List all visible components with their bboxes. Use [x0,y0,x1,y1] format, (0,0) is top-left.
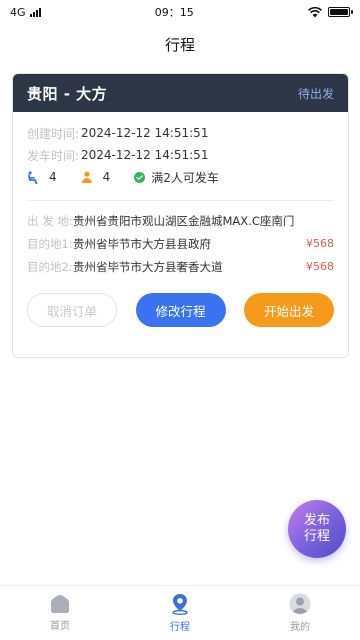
departure-rule: 满2人可发车 [151,170,219,185]
divider [27,200,334,201]
page-title: 行程 [164,35,195,54]
destination-1-row: 目的地1: 贵州省毕节市大方县县政府 ¥568 [27,232,334,255]
destination-1-label: 目的地1: [27,236,73,251]
person-icon [81,171,92,183]
destination-2-label: 目的地2: [27,259,73,274]
depart-time-label: 发车时间: [27,148,80,163]
status-left: 4G [10,6,41,19]
destination-2-address: 贵州省毕节市大方县奢香大道 [73,259,223,274]
trip-status-badge: 待出发 [297,86,334,101]
tab-home-label: 首页 [50,621,70,632]
destination-2-row: 目的地2: 贵州省毕节市大方县奢香大道 ¥568 [27,255,334,278]
created-time-row: 创建时间: 2024-12-12 14:51:51 [27,122,334,144]
publish-trip-label-line1: 发布 [303,513,330,528]
trip-card[interactable]: 贵阳 - 大方 待出发 创建时间: 2024-12-12 14:51:51 发车… [12,73,349,358]
trip-card-header: 贵阳 - 大方 待出发 [13,74,348,112]
bottom-tab-bar: 首页 行程 我的 [0,585,360,640]
passenger-stat: 4 [81,170,111,184]
destination-1-address: 贵州省毕节市大方县县政府 [73,236,211,251]
edit-trip-button[interactable]: 修改行程 [135,293,226,327]
location-pin-icon [172,594,188,615]
clock: 09：15 [154,6,194,19]
wifi-icon [308,6,322,17]
seat-icon [28,170,38,184]
rule-stat: 满2人可发车 [134,169,219,186]
status-bar: 4G 09：15 [0,0,360,24]
origin-row: 出 发 地: 贵州省贵阳市观山湖区金融城MAX.C座南门 [27,209,334,232]
status-right [308,6,353,18]
battery-level [330,9,348,15]
origin-label: 出 发 地: [27,213,73,228]
trip-route: 贵阳 - 大方 [27,84,108,103]
depart-time-value: 2024-12-12 14:51:51 [81,148,209,162]
seat-count: 4 [49,170,57,184]
home-icon [51,595,69,613]
seat-stat: 4 [27,170,57,184]
origin-address: 贵州省贵阳市观山湖区金融城MAX.C座南门 [73,213,295,228]
created-time-label: 创建时间: [27,126,80,141]
trip-stats: 4 4 满2人可发车 [27,166,334,188]
trip-card-body: 创建时间: 2024-12-12 14:51:51 发车时间: 2024-12-… [13,112,348,327]
trip-actions: 取消订单 修改行程 开始出发 [27,278,334,327]
tab-trip[interactable]: 行程 [120,586,240,640]
network-type: 4G [10,5,26,19]
cancel-order-button[interactable]: 取消订单 [27,293,117,327]
destination-1-price: ¥568 [306,237,334,250]
depart-time-row: 发车时间: 2024-12-12 14:51:51 [27,144,334,166]
tab-mine-label: 我的 [290,622,310,633]
passenger-count: 4 [102,170,111,184]
tab-mine[interactable]: 我的 [240,586,360,640]
created-time-value: 2024-12-12 14:51:51 [81,126,209,140]
signal-icon [29,7,41,17]
destination-2-price: ¥568 [306,260,334,273]
tab-home[interactable]: 首页 [0,586,120,640]
start-trip-button[interactable]: 开始出发 [244,293,334,327]
publish-trip-label-line2: 行程 [303,529,330,544]
user-icon [289,593,311,615]
check-circle-icon [134,171,146,183]
tab-trip-label: 行程 [170,622,190,633]
publish-trip-button[interactable]: 发布 行程 [288,500,346,558]
battery-icon [328,7,353,17]
